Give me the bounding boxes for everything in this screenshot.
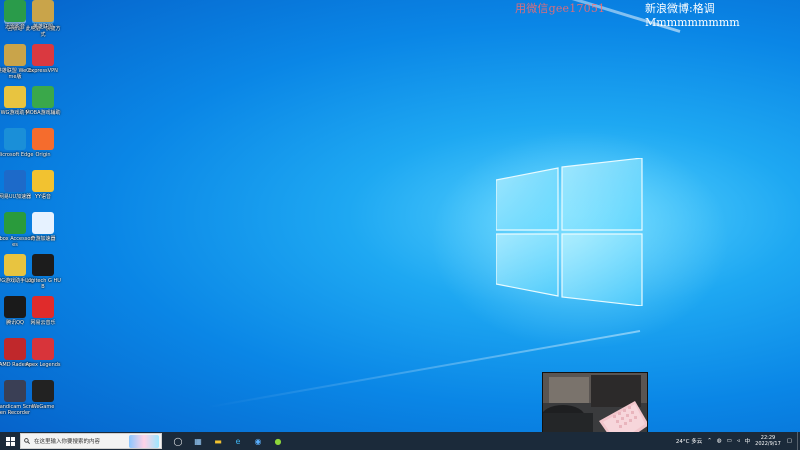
- desktop-icon[interactable]: Logitech G HUB: [24, 254, 62, 290]
- qiyou-icon: [32, 212, 54, 234]
- logitech-icon: [32, 254, 54, 276]
- desktop-icon[interactable]: MOBA游戏辅助: [24, 86, 62, 116]
- desktop-icon-label: MOBA游戏辅助: [25, 110, 61, 116]
- display-icon[interactable]: ▭: [727, 438, 732, 444]
- desktop-icon-label: 奇游加速器: [30, 236, 56, 242]
- yy-icon: [32, 170, 54, 192]
- taskbar: 在这里输入你要搜索的内容 ◯ ▦ ▬ e ◉ ● 24°C 多云 ⌃ ◍ ▭ ◃ 中 22…: [0, 432, 800, 450]
- windows-logo-wallpaper: [496, 158, 643, 306]
- desktop-icon[interactable]: 奇游加速器: [24, 212, 62, 242]
- search-placeholder: 在这里输入你要搜索的内容: [34, 439, 101, 445]
- file-explorer-icon[interactable]: ▬: [208, 432, 228, 450]
- edge-icon[interactable]: e: [228, 432, 248, 450]
- system-tray: 24°C 多云 ⌃ ◍ ▭ ◃ 中 22:29 2022/9/17 ▢: [676, 432, 800, 450]
- folder-icon: [4, 86, 26, 108]
- search-highlight-image: [129, 435, 159, 448]
- uu-booster-icon: [4, 170, 26, 192]
- stream-overlay-weibo: 新浪微博:格调Mmmmmmmmm: [645, 2, 740, 29]
- windows-start-icon: [5, 436, 15, 446]
- volume-icon[interactable]: ◃: [737, 438, 740, 444]
- taskbar-pinned-apps: ◯ ▦ ▬ e ◉ ●: [168, 432, 288, 450]
- desktop-icon-label: YY语音: [34, 194, 52, 200]
- taskbar-search-box[interactable]: 在这里输入你要搜索的内容: [20, 433, 162, 449]
- desktop-icon-label: WeGame: [31, 404, 55, 410]
- xbox-icon: [4, 212, 26, 234]
- lol-icon: [4, 44, 26, 66]
- desktop-icon[interactable]: ExpressVPN: [24, 44, 62, 74]
- desktop[interactable]: 回收站 此电脑 - 快捷方式 英雄联盟 WeGame版 ExpressVPN WG游戏助…: [0, 0, 800, 432]
- desktop-icon[interactable]: Origin: [24, 128, 62, 158]
- bandicam-icon: [4, 380, 26, 402]
- stream-overlay-wechat: 用微信gee17051: [515, 2, 606, 15]
- clock[interactable]: 22:29 2022/9/17: [755, 435, 781, 447]
- desktop-icon[interactable]: YY语音: [24, 170, 62, 200]
- xunlei-icon: [4, 0, 26, 22]
- network-icon[interactable]: ◍: [717, 438, 722, 444]
- desktop-icon[interactable]: Apex Legends: [24, 338, 62, 368]
- folder-icon: [4, 254, 26, 276]
- app-green-icon[interactable]: ●: [268, 432, 288, 450]
- edge-icon: [4, 128, 26, 150]
- qq-icon: [4, 296, 26, 318]
- lol-icon: [32, 0, 54, 22]
- notification-icon[interactable]: ▢: [787, 438, 792, 444]
- widgets-icon[interactable]: ▦: [188, 432, 208, 450]
- desktop-icon-label: ExpressVPN: [28, 68, 58, 74]
- desktop-icon[interactable]: 英雄联盟: [24, 0, 62, 30]
- ime-indicator[interactable]: 中: [745, 437, 751, 445]
- weather-widget[interactable]: 24°C 多云: [676, 437, 702, 445]
- app-blue-icon[interactable]: ◉: [248, 432, 268, 450]
- moba-icon: [32, 86, 54, 108]
- task-view-icon[interactable]: ◯: [168, 432, 188, 450]
- start-button[interactable]: [0, 432, 20, 450]
- search-icon: [24, 438, 30, 444]
- desktop-icon-label: Origin: [35, 152, 51, 158]
- amd-icon: [4, 338, 26, 360]
- expressvpn-icon: [32, 44, 54, 66]
- desktop-icon-label: 网易云音乐: [30, 320, 56, 326]
- origin-icon: [32, 128, 54, 150]
- desktop-icon-label: Logitech G HUB: [25, 278, 61, 290]
- apex-icon: [32, 338, 54, 360]
- desktop-icon-label: 英雄联盟: [32, 24, 53, 30]
- desktop-icon-label: Apex Legends: [25, 362, 61, 368]
- clock-date: 2022/9/17: [755, 441, 781, 447]
- wegame-icon: [32, 380, 54, 402]
- tray-overflow-chevron-icon[interactable]: ⌃: [707, 438, 712, 444]
- netease-music-icon: [32, 296, 54, 318]
- desktop-icon[interactable]: 网易云音乐: [24, 296, 62, 326]
- desktop-icon[interactable]: WeGame: [24, 380, 62, 410]
